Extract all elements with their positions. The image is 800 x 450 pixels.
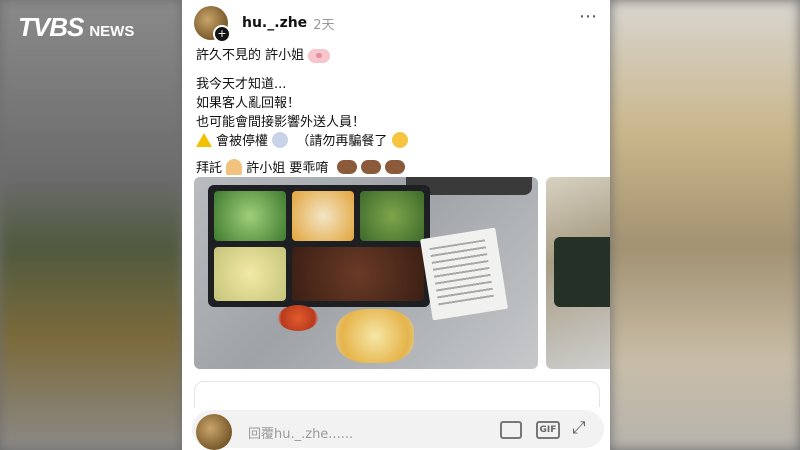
logo-sub: NEWS — [89, 23, 135, 40]
reply-avatar — [196, 414, 232, 450]
post-time: 2天 — [313, 17, 335, 33]
post-line-4: 也可能會間接影響外送人員！ — [196, 115, 366, 130]
expand-icon[interactable]: ⤢ — [572, 418, 586, 438]
gif-icon[interactable]: GIF — [536, 421, 560, 439]
reply-bar: 回覆hu._.zhe...... GIF ⤢ — [182, 407, 610, 450]
logo-main: TVBS — [18, 12, 84, 42]
food-emoji-icon — [336, 160, 357, 174]
author-avatar[interactable]: + — [194, 6, 231, 43]
follow-plus-icon[interactable]: + — [213, 25, 231, 43]
warning-icon — [196, 133, 212, 147]
tvbs-news-logo: TVBS NEWS — [18, 12, 134, 43]
author-username[interactable]: hu._.zhe — [242, 15, 307, 31]
post-line-6: 拜託 — [196, 161, 223, 176]
post-line: 會被停權 （請勿再騙餐了 — [196, 132, 596, 151]
scream-emoji-icon — [272, 132, 289, 148]
background-right — [610, 0, 800, 450]
post-body: 許久不見的 許小姐 我今天才知道... 如果客人亂回報！ 也可能會間接影響外送人… — [196, 46, 596, 178]
post-photo-main[interactable] — [194, 177, 538, 369]
image-icon[interactable] — [500, 421, 522, 439]
pig-emoji-icon — [308, 48, 331, 63]
post-line-1: 許久不見的 許小姐 — [196, 48, 305, 63]
sauce-cup — [278, 305, 318, 331]
reply-input[interactable]: 回覆hu._.zhe...... — [248, 423, 353, 442]
post-line-6b: 許小姐 要乖唷 — [246, 161, 329, 176]
post-header: + hu._.zhe 2天 — [194, 6, 598, 43]
food-emoji-icon — [384, 160, 405, 174]
post-panel: + hu._.zhe 2天 ⋯ 許久不見的 許小姐 我今天才知道... 如果客人… — [182, 0, 610, 450]
food-emoji-icon — [360, 160, 381, 174]
more-icon[interactable]: ⋯ — [579, 6, 598, 27]
post-line-3: 如果客人亂回報！ — [196, 96, 301, 111]
post-line: 拜託 許小姐 要乖唷 — [196, 159, 596, 178]
post-line: 許久不見的 許小姐 — [196, 46, 596, 65]
post-photo-next[interactable] — [546, 177, 610, 369]
post-line-5b: （請勿再騙餐了 — [296, 134, 388, 149]
post-line-5a: 會被停權 — [216, 134, 269, 149]
bento-tray — [208, 185, 430, 307]
background-left — [0, 0, 182, 450]
grin-emoji-icon — [391, 132, 408, 148]
post-line-2: 我今天才知道... — [196, 77, 287, 92]
side-bowl — [336, 309, 414, 363]
receipt — [420, 227, 508, 321]
pray-emoji-icon — [226, 159, 243, 175]
